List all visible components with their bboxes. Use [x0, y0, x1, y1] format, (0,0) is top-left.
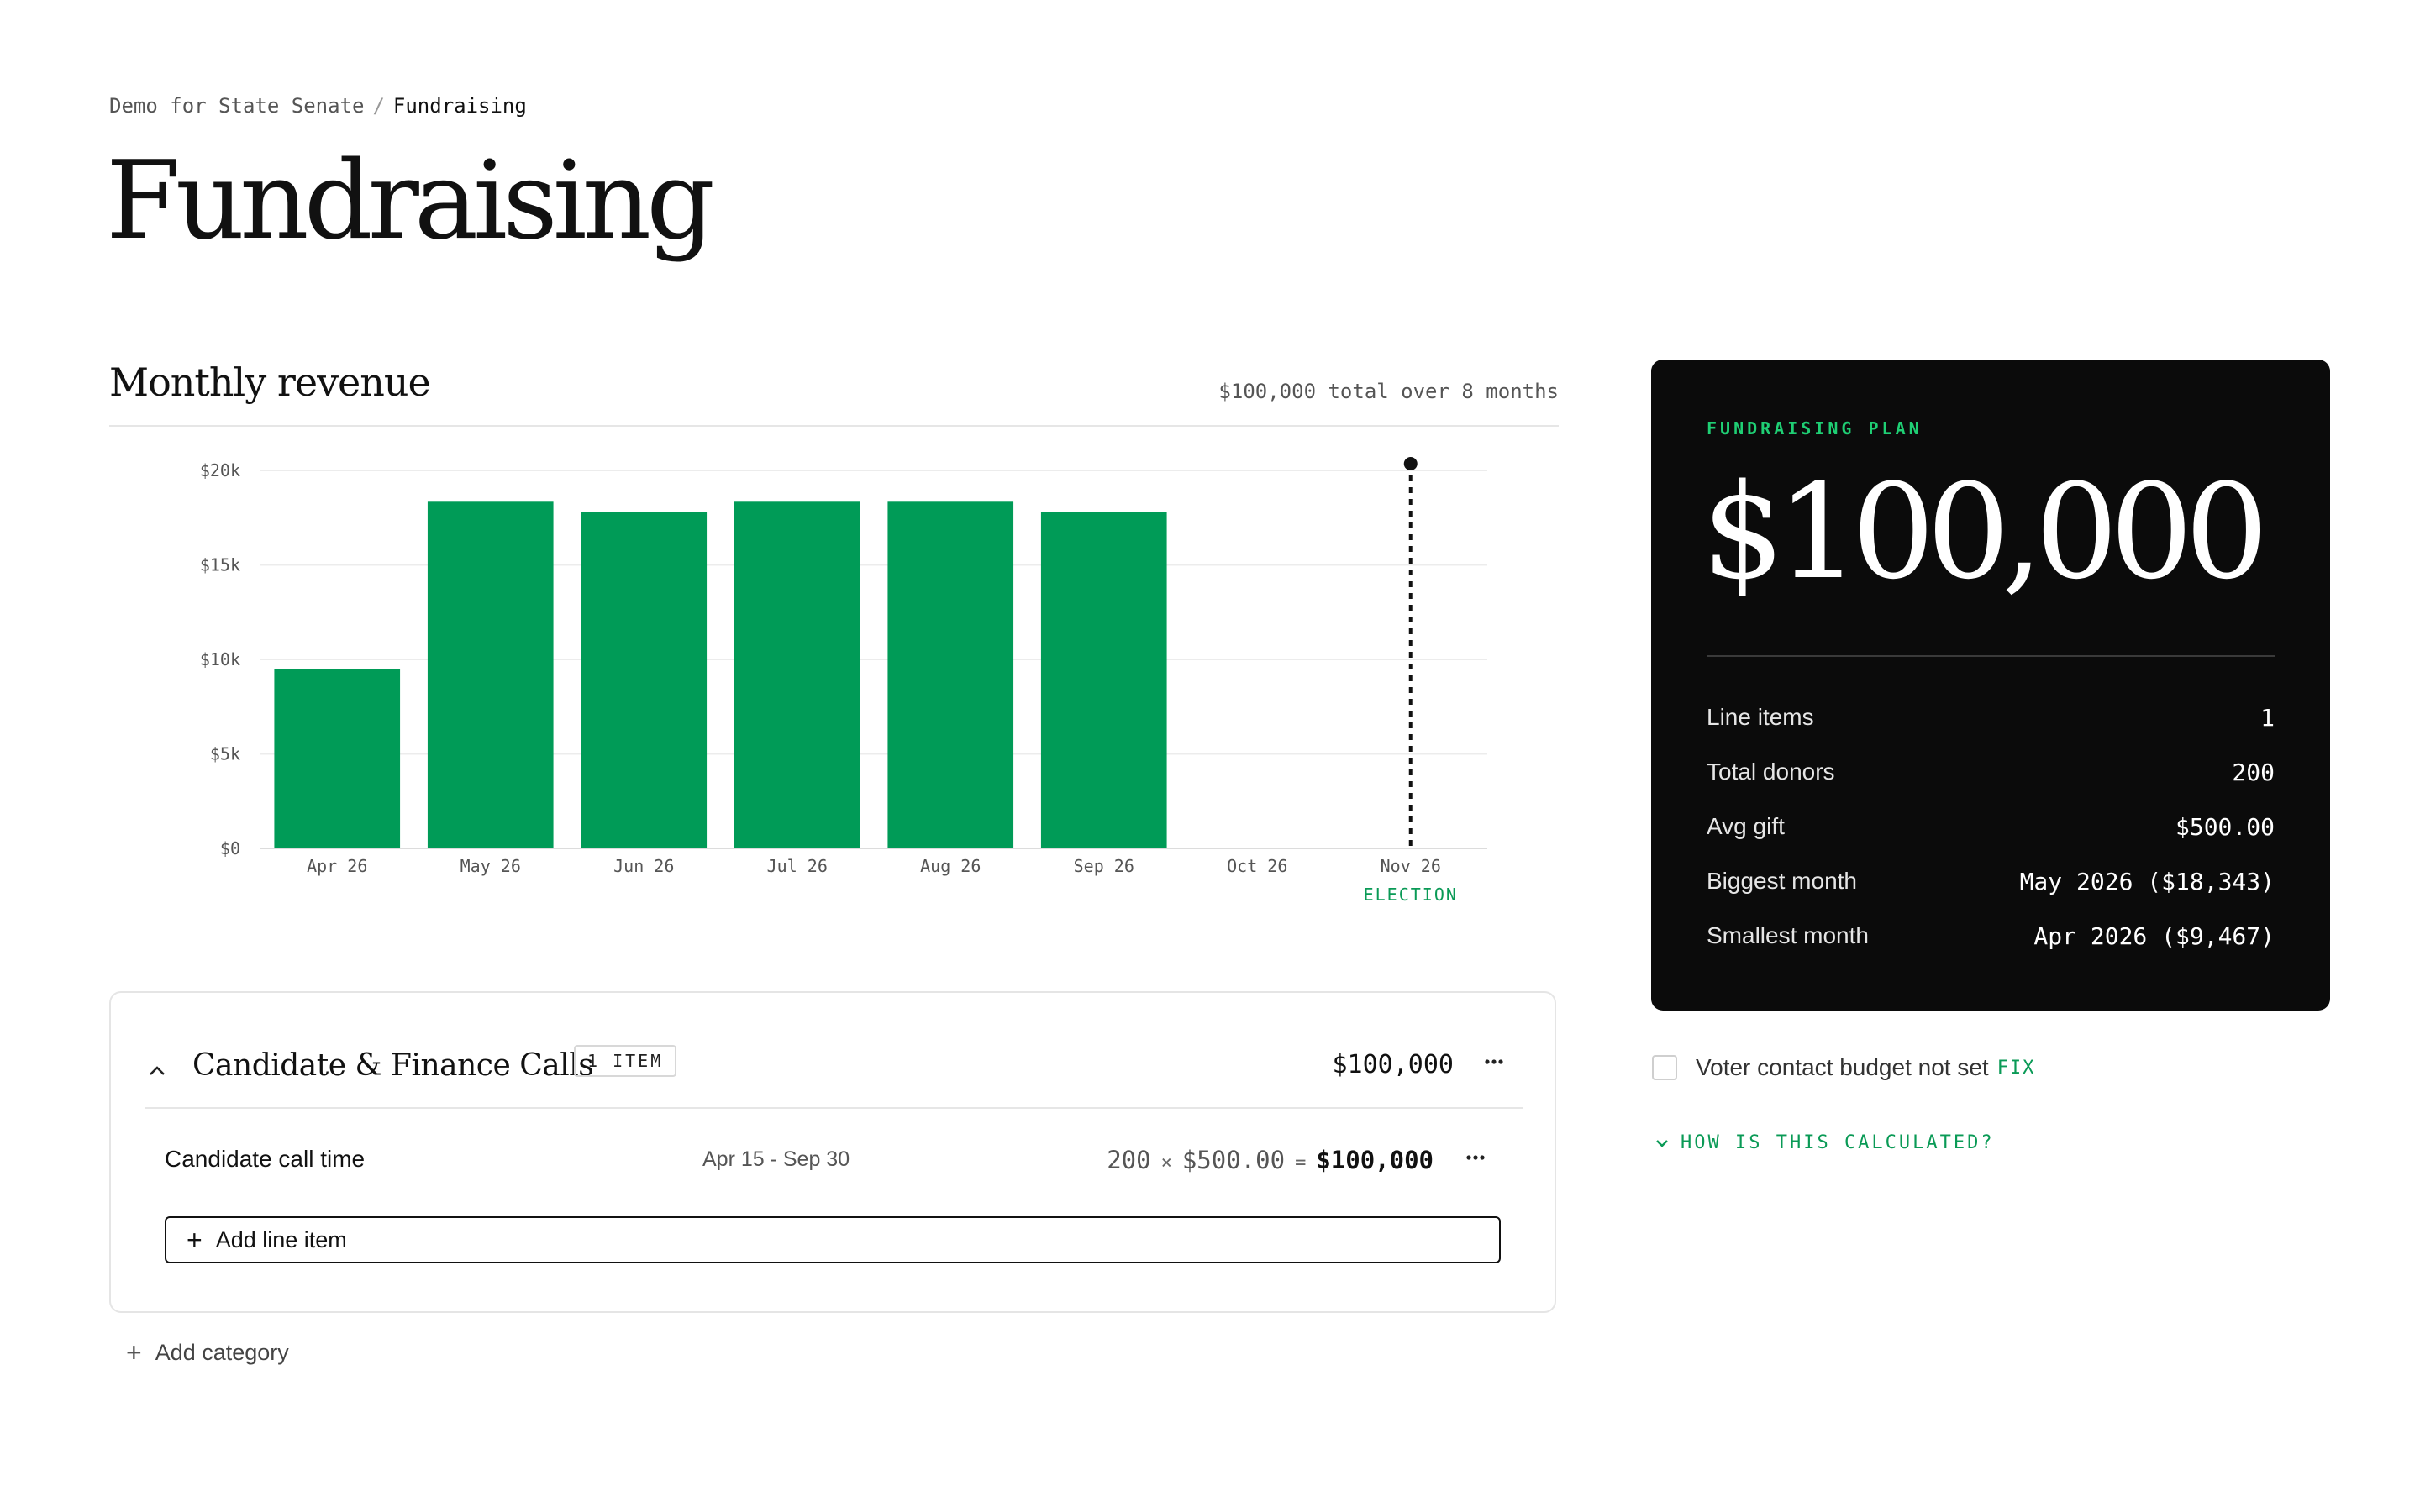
bar: [1040, 512, 1167, 848]
equals-sign: =: [1295, 1152, 1307, 1173]
page-title: Fundraising: [106, 139, 715, 264]
y-tick-label: $20k: [200, 460, 240, 480]
category-divider: [145, 1107, 1523, 1109]
add-category-button[interactable]: + Add category: [126, 1339, 289, 1366]
add-line-item-button[interactable]: + Add line item: [165, 1216, 1501, 1263]
stat-row-total-donors: Total donors 200: [1707, 759, 2275, 813]
bar: [887, 501, 1014, 848]
breadcrumb-current: Fundraising: [392, 94, 527, 118]
category-amount: $100,000: [1332, 1050, 1455, 1079]
stat-label: Line items: [1707, 704, 1814, 730]
fundraising-plan-card: FUNDRAISING PLAN $100,000 Line items 1 T…: [1651, 360, 2330, 1011]
y-tick-label: $10k: [200, 649, 240, 669]
line-item-dates: Apr 15 - Sep 30: [702, 1147, 850, 1171]
stat-value: $500.00: [2175, 813, 2275, 841]
breadcrumb-parent-link[interactable]: Demo for State Senate: [109, 94, 364, 118]
stat-value: 1: [2260, 704, 2275, 732]
fix-link[interactable]: FIX: [1997, 1058, 2036, 1079]
election-marker-label: ELECTION: [1364, 885, 1458, 905]
line-item-total: $100,000: [1316, 1146, 1434, 1174]
plan-label: FUNDRAISING PLAN: [1707, 418, 1923, 438]
monthly-revenue-chart: $0 $5k $10k $15k $20k Apr 26 May 26 Jun 26 Jul 2…: [200, 457, 1487, 905]
bar: [427, 501, 554, 848]
plus-icon: +: [187, 1225, 203, 1255]
category-more-icon[interactable]: [1477, 1045, 1511, 1079]
y-tick-label: $5k: [210, 744, 240, 764]
stat-label: Biggest month: [1707, 868, 1857, 894]
chevron-down-icon: [1656, 1139, 1668, 1147]
line-item-name[interactable]: Candidate call time: [165, 1146, 365, 1173]
stat-row-biggest-month: Biggest month May 2026 ($18,343): [1707, 868, 2275, 922]
bar: [274, 669, 401, 848]
plan-amount: $100,000: [1702, 455, 2268, 608]
item-count-badge: 1 ITEM: [574, 1045, 677, 1077]
stat-value: Apr 2026 ($9,467): [2033, 922, 2275, 950]
stat-row-smallest-month: Smallest month Apr 2026 ($9,467): [1707, 922, 2275, 977]
line-item-donors: 200: [1107, 1146, 1151, 1174]
stat-label: Total donors: [1707, 759, 1835, 785]
stat-label: Smallest month: [1707, 922, 1869, 948]
voter-contact-warning: Voter contact budget not set FIX: [1652, 1054, 2035, 1081]
plan-divider: [1707, 655, 2275, 657]
bar: [581, 512, 708, 848]
x-tick-label: May 26: [460, 856, 521, 876]
breadcrumb-separator: /: [372, 94, 385, 118]
x-tick-label: Nov 26: [1381, 856, 1441, 876]
warning-checkbox[interactable]: [1652, 1055, 1677, 1080]
y-tick-label: $0: [220, 838, 240, 858]
chevron-up-icon[interactable]: [146, 1060, 168, 1082]
breadcrumb: Demo for State Senate / Fundraising: [109, 94, 527, 118]
times-sign: ×: [1160, 1152, 1172, 1173]
bar: [734, 501, 860, 848]
category-card: Candidate & Finance Calls 1 ITEM $100,00…: [109, 991, 1556, 1313]
x-tick-label: Jun 26: [613, 856, 674, 876]
stat-label: Avg gift: [1707, 813, 1785, 839]
revenue-summary: $100,000 total over 8 months: [1218, 380, 1559, 403]
how-calculated-label: HOW IS THIS CALCULATED?: [1681, 1132, 1995, 1153]
y-tick-label: $15k: [200, 555, 240, 575]
section-divider: [109, 425, 1559, 427]
stat-value: 200: [2232, 759, 2275, 786]
election-marker-dot: [1403, 457, 1418, 470]
line-item-gift: $500.00: [1181, 1146, 1286, 1174]
x-tick-label: Sep 26: [1074, 856, 1134, 876]
plus-icon: +: [126, 1337, 142, 1368]
category-title[interactable]: Candidate & Finance Calls: [192, 1048, 594, 1083]
x-tick-label: Oct 26: [1227, 856, 1287, 876]
warning-text: Voter contact budget not set: [1696, 1054, 1989, 1080]
x-tick-label: Apr 26: [307, 856, 367, 876]
monthly-revenue-title: Monthly revenue: [109, 360, 431, 405]
add-line-item-label: Add line item: [215, 1226, 347, 1252]
add-category-label: Add category: [155, 1339, 289, 1365]
line-item-formula: 200 × $500.00 = $100,000: [1107, 1146, 1434, 1174]
stat-row-avg-gift: Avg gift $500.00: [1707, 813, 2275, 868]
line-item-more-icon[interactable]: [1459, 1141, 1492, 1174]
stat-row-line-items: Line items 1: [1707, 704, 2275, 759]
how-calculated-toggle[interactable]: HOW IS THIS CALCULATED?: [1654, 1132, 1995, 1153]
x-tick-label: Jul 26: [767, 856, 828, 876]
x-tick-label: Aug 26: [920, 856, 981, 876]
stat-value: May 2026 ($18,343): [2019, 868, 2275, 895]
plan-stats: Line items 1 Total donors 200 Avg gift $…: [1707, 704, 2275, 977]
